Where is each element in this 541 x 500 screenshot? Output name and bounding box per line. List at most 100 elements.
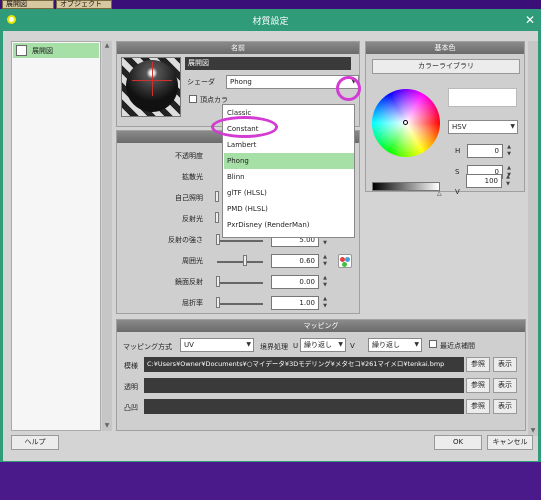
param-label-emissive: 自己照明 bbox=[175, 194, 203, 202]
reflection-strength-slider[interactable] bbox=[217, 240, 263, 242]
material-name-field[interactable]: 展開図 bbox=[185, 57, 351, 70]
nearest-label: 最近点補間 bbox=[440, 342, 475, 350]
color-library-button[interactable]: カラーライブラリ bbox=[372, 59, 520, 74]
mapping-method-select[interactable]: UV ▼ bbox=[180, 338, 254, 352]
shader-option-phong[interactable]: Phong bbox=[224, 153, 354, 169]
ambient-spinner[interactable]: ▲ ▼ bbox=[321, 254, 329, 268]
nearest-checkbox[interactable] bbox=[429, 340, 437, 348]
chevron-down-icon: ▼ bbox=[246, 341, 251, 348]
texture-browse-button[interactable]: 参照 bbox=[466, 357, 490, 372]
alpha-label: 透明 bbox=[124, 383, 138, 391]
bump-path-field[interactable] bbox=[144, 399, 464, 414]
value-marker-icon[interactable]: △ bbox=[437, 190, 442, 197]
v-spinner[interactable]: ▲ ▼ bbox=[504, 174, 512, 188]
highlight-circle-constant bbox=[211, 116, 278, 138]
alpha-path-field[interactable] bbox=[144, 378, 464, 393]
name-panel-header: 名前 bbox=[117, 42, 359, 54]
shader-label: シェーダ bbox=[187, 78, 215, 86]
refraction-slider[interactable] bbox=[217, 303, 263, 305]
alpha-show-button[interactable]: 表示 bbox=[493, 378, 517, 393]
v-label: V bbox=[455, 188, 460, 196]
v-wrap-select[interactable]: 繰り返し ▼ bbox=[368, 338, 422, 352]
base-color-panel: 基本色 カラーライブラリ HSV ▼ H 0 ▲ ▼ S 0 ▲ ▼ V bbox=[365, 41, 525, 196]
right-scrollbar[interactable]: ▼ bbox=[528, 41, 538, 436]
reflection-strength-slider-thumb[interactable] bbox=[216, 234, 220, 245]
scroll-up-icon[interactable]: ▲ bbox=[102, 41, 112, 51]
shader-option-pxrdisney[interactable]: PxrDisney (RenderMan) bbox=[224, 217, 354, 233]
shader-select-value: Phong bbox=[230, 78, 252, 86]
param-label-diffuse: 拡散光 bbox=[182, 173, 203, 181]
u-wrap-select[interactable]: 繰り返し ▼ bbox=[300, 338, 346, 352]
highlight-circle-dropdown-arrow bbox=[336, 76, 361, 101]
color-wheel-cursor[interactable] bbox=[403, 120, 408, 125]
color-wheel[interactable] bbox=[372, 89, 440, 157]
material-list-item[interactable]: 展開図 bbox=[13, 43, 99, 58]
color-swatch bbox=[448, 88, 517, 107]
help-button[interactable]: ヘルプ bbox=[11, 435, 59, 450]
shader-option-pmd[interactable]: PMD (HLSL) bbox=[224, 201, 354, 217]
param-label-mirror: 鏡面反射 bbox=[175, 278, 203, 286]
preview-axis-v bbox=[152, 62, 153, 96]
v-wrap-value: 繰り返し bbox=[372, 341, 400, 349]
color-mode-value: HSV bbox=[452, 123, 467, 131]
texture-path-field[interactable]: C:¥Users¥Owner¥Documents¥○マイデータ¥3Dモデリング¥… bbox=[144, 357, 464, 372]
specular-slider-thumb[interactable] bbox=[215, 212, 219, 223]
param-label-refraction: 屈折率 bbox=[182, 299, 203, 307]
mirror-slider[interactable] bbox=[217, 282, 263, 284]
mirror-slider-thumb[interactable] bbox=[216, 276, 220, 287]
window-title: 材質設定 bbox=[252, 17, 289, 27]
mapping-header: マッピング bbox=[117, 320, 525, 332]
chevron-down-icon: ▼ bbox=[338, 341, 343, 348]
mapping-method-value: UV bbox=[184, 341, 194, 349]
mirror-input[interactable]: 0.00 bbox=[271, 275, 319, 289]
mapping-panel: マッピング bbox=[116, 319, 526, 431]
ambient-slider-thumb[interactable] bbox=[243, 255, 247, 266]
vertex-color-checkbox[interactable] bbox=[189, 95, 197, 103]
top-tab-tenkaizu[interactable]: 展開図 bbox=[2, 0, 54, 9]
ambient-slider[interactable] bbox=[217, 261, 263, 263]
palette-icon[interactable] bbox=[338, 254, 352, 268]
material-visible-checkbox[interactable] bbox=[16, 45, 27, 56]
material-preview bbox=[121, 57, 181, 117]
value-gradient-bar[interactable] bbox=[372, 182, 440, 191]
chevron-down-icon: ▼ bbox=[414, 341, 419, 348]
h-spinner[interactable]: ▲ ▼ bbox=[505, 144, 513, 158]
ok-button[interactable]: OK bbox=[434, 435, 482, 450]
v-input[interactable]: 100 bbox=[466, 174, 502, 188]
h-input[interactable]: 0 bbox=[467, 144, 503, 158]
u-label: U bbox=[293, 342, 299, 350]
texture-label: 模様 bbox=[124, 362, 138, 370]
texture-show-button[interactable]: 表示 bbox=[493, 357, 517, 372]
scroll-down-icon[interactable]: ▼ bbox=[102, 421, 112, 431]
color-mode-select[interactable]: HSV ▼ bbox=[448, 120, 518, 134]
param-label-opacity: 不透明度 bbox=[175, 152, 203, 160]
bump-show-button[interactable]: 表示 bbox=[493, 399, 517, 414]
dialog-client: 展開図 ▲ ▼ 名前 展開図 シェーダ Phong ▼ 頂点カラ 不透明度 拡散… bbox=[3, 31, 538, 461]
emissive-slider-thumb[interactable] bbox=[215, 191, 219, 202]
cancel-button[interactable]: キャンセル bbox=[487, 435, 533, 450]
param-label-reflection-strength: 反射の強さ bbox=[168, 236, 203, 244]
param-label-specular: 反射光 bbox=[182, 215, 203, 223]
close-icon[interactable]: ✕ bbox=[522, 12, 538, 28]
shader-option-lambert[interactable]: Lambert bbox=[224, 137, 354, 153]
refraction-input[interactable]: 1.00 bbox=[271, 296, 319, 310]
bottom-background bbox=[0, 462, 541, 500]
top-tab-object[interactable]: オブジェクト bbox=[56, 0, 112, 9]
ambient-input[interactable]: 0.60 bbox=[271, 254, 319, 268]
shader-option-gltf[interactable]: glTF (HLSL) bbox=[224, 185, 354, 201]
mapping-method-label: マッピング方式 bbox=[123, 343, 172, 351]
preview-axis-h bbox=[132, 80, 172, 81]
refraction-spinner[interactable]: ▲ ▼ bbox=[321, 296, 329, 310]
bump-browse-button[interactable]: 参照 bbox=[466, 399, 490, 414]
alpha-browse-button[interactable]: 参照 bbox=[466, 378, 490, 393]
list-scrollbar[interactable]: ▲ ▼ bbox=[102, 41, 112, 431]
param-label-ambient: 周囲光 bbox=[182, 257, 203, 265]
material-settings-dialog: 材質設定 ✕ 展開図 ▲ ▼ 名前 展開図 シェーダ Phong ▼ 頂点カラ … bbox=[0, 9, 541, 464]
refraction-slider-thumb[interactable] bbox=[216, 297, 220, 308]
h-label: H bbox=[455, 147, 461, 155]
mirror-spinner[interactable]: ▲ ▼ bbox=[321, 275, 329, 289]
chevron-down-icon: ▼ bbox=[510, 123, 515, 130]
material-list: 展開図 bbox=[11, 41, 101, 431]
shader-option-blinn[interactable]: Blinn bbox=[224, 169, 354, 185]
title-bar: 材質設定 ✕ bbox=[0, 9, 541, 31]
